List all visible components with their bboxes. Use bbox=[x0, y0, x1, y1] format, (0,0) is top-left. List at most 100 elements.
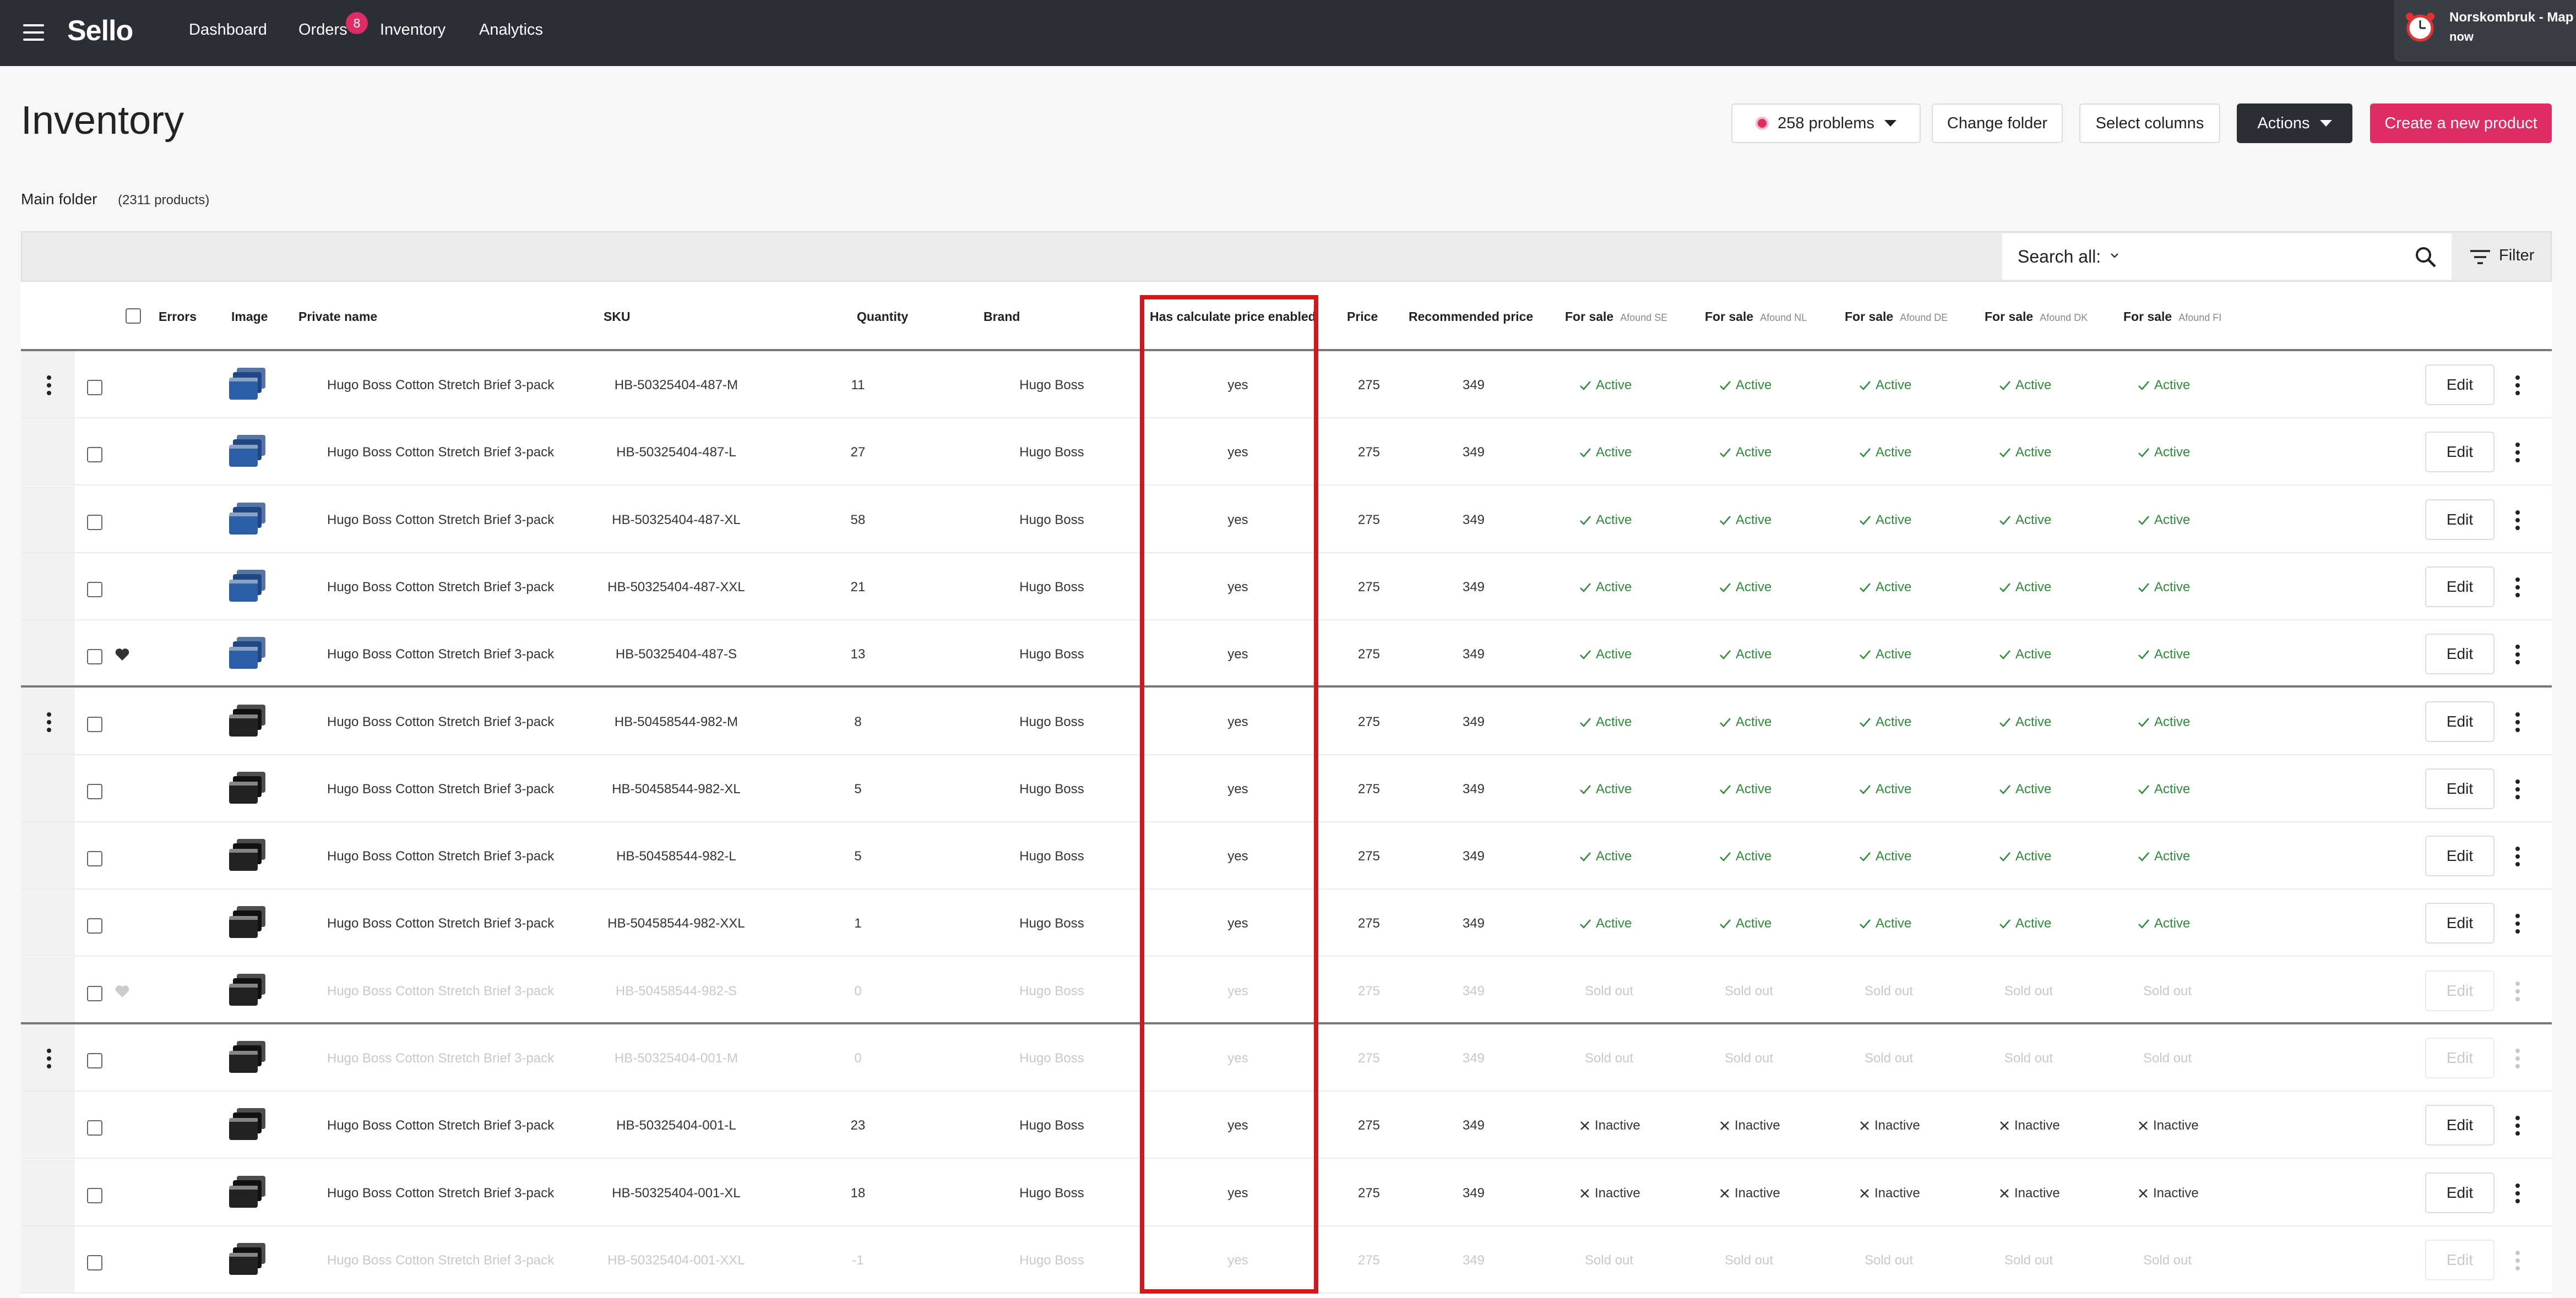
row-checkbox[interactable] bbox=[87, 1053, 102, 1068]
for-sale-status[interactable]: Active bbox=[1719, 916, 1771, 931]
edit-button[interactable]: Edit bbox=[2425, 970, 2495, 1011]
row-checkbox[interactable] bbox=[87, 1188, 102, 1203]
col-for-sale-fi[interactable]: For sale Afound FI bbox=[2123, 309, 2221, 324]
for-sale-status[interactable]: Inactive bbox=[1579, 1186, 1640, 1201]
col-quantity[interactable]: Quantity bbox=[857, 309, 908, 324]
row-more-icon[interactable] bbox=[2515, 914, 2520, 934]
col-errors[interactable]: Errors bbox=[159, 309, 197, 324]
table-row[interactable]: Hugo Boss Cotton Stretch Brief 3-pack HB-… bbox=[21, 1159, 2552, 1226]
heart-icon[interactable] bbox=[115, 647, 130, 662]
table-row[interactable]: Hugo Boss Cotton Stretch Brief 3-pack HB-… bbox=[21, 351, 2552, 418]
for-sale-status[interactable]: Inactive bbox=[1859, 1118, 1920, 1133]
col-for-sale-de[interactable]: For sale Afound DE bbox=[1845, 309, 1948, 324]
table-row[interactable]: Hugo Boss Cotton Stretch Brief 3-pack HB-… bbox=[21, 890, 2552, 957]
table-row[interactable]: Hugo Boss Cotton Stretch Brief 3-pack HB-… bbox=[21, 553, 2552, 620]
row-more-icon[interactable] bbox=[2515, 712, 2520, 732]
for-sale-status[interactable]: Active bbox=[1859, 782, 1911, 797]
for-sale-status[interactable]: Sold out bbox=[2143, 1253, 2192, 1268]
for-sale-status[interactable]: Inactive bbox=[1579, 1118, 1640, 1133]
select-all-checkbox[interactable] bbox=[126, 308, 141, 324]
for-sale-status[interactable]: Active bbox=[1579, 512, 1632, 528]
for-sale-status[interactable]: Sold out bbox=[2004, 984, 2053, 999]
for-sale-status[interactable]: Active bbox=[1859, 916, 1911, 931]
table-row[interactable]: Hugo Boss Cotton Stretch Brief 3-pack HB-… bbox=[21, 418, 2552, 486]
product-thumbnail[interactable] bbox=[228, 501, 268, 538]
product-thumbnail[interactable] bbox=[228, 973, 268, 1009]
for-sale-status[interactable]: Sold out bbox=[1585, 984, 1633, 999]
problems-button[interactable]: 258 problems bbox=[1731, 103, 1921, 143]
for-sale-status[interactable]: Active bbox=[1719, 715, 1771, 730]
for-sale-status[interactable]: Sold out bbox=[2143, 984, 2192, 999]
col-for-sale-nl[interactable]: For sale Afound NL bbox=[1705, 309, 1807, 324]
col-for-sale-dk[interactable]: For sale Afound DK bbox=[1985, 309, 2088, 324]
product-thumbnail[interactable] bbox=[228, 569, 268, 605]
edit-button[interactable]: Edit bbox=[2425, 903, 2495, 943]
for-sale-status[interactable]: Sold out bbox=[2143, 1051, 2192, 1066]
edit-button[interactable]: Edit bbox=[2425, 701, 2495, 742]
for-sale-status[interactable]: Inactive bbox=[2138, 1118, 2199, 1133]
for-sale-status[interactable]: Inactive bbox=[1719, 1186, 1780, 1201]
nav-inventory[interactable]: Inventory bbox=[380, 21, 445, 39]
chevron-down-icon[interactable] bbox=[2109, 250, 2120, 261]
for-sale-status[interactable]: Sold out bbox=[1725, 1051, 1773, 1066]
for-sale-status[interactable]: Active bbox=[1999, 512, 2051, 528]
for-sale-status[interactable]: Active bbox=[1859, 715, 1911, 730]
row-more-icon[interactable] bbox=[2515, 645, 2520, 664]
nav-orders[interactable]: Orders bbox=[298, 21, 347, 39]
row-more-icon[interactable] bbox=[2515, 443, 2520, 462]
for-sale-status[interactable]: Active bbox=[1859, 512, 1911, 528]
product-thumbnail[interactable] bbox=[228, 434, 268, 470]
row-more-icon[interactable] bbox=[2515, 510, 2520, 530]
for-sale-status[interactable]: Active bbox=[1859, 378, 1911, 393]
edit-button[interactable]: Edit bbox=[2425, 836, 2495, 876]
edit-button[interactable]: Edit bbox=[2425, 634, 2495, 674]
for-sale-status[interactable]: Active bbox=[1719, 849, 1771, 864]
product-thumbnail[interactable] bbox=[228, 636, 268, 672]
product-thumbnail[interactable] bbox=[228, 838, 268, 874]
for-sale-status[interactable]: Active bbox=[1999, 445, 2051, 460]
nav-dashboard[interactable]: Dashboard bbox=[189, 21, 267, 39]
row-checkbox[interactable] bbox=[87, 1120, 102, 1136]
for-sale-status[interactable]: Active bbox=[1999, 849, 2051, 864]
row-checkbox[interactable] bbox=[87, 515, 102, 530]
row-checkbox[interactable] bbox=[87, 582, 102, 597]
for-sale-status[interactable]: Active bbox=[1579, 378, 1632, 393]
for-sale-status[interactable]: Active bbox=[2138, 647, 2190, 662]
edit-button[interactable]: Edit bbox=[2425, 432, 2495, 472]
row-checkbox[interactable] bbox=[87, 986, 102, 1001]
for-sale-status[interactable]: Sold out bbox=[1865, 1051, 1913, 1066]
for-sale-status[interactable]: Active bbox=[1579, 647, 1632, 662]
create-product-button[interactable]: Create a new product bbox=[2370, 103, 2552, 143]
for-sale-status[interactable]: Sold out bbox=[2004, 1051, 2053, 1066]
row-more-icon[interactable] bbox=[2515, 779, 2520, 799]
row-checkbox[interactable] bbox=[87, 649, 102, 664]
product-thumbnail[interactable] bbox=[228, 905, 268, 941]
notification-toast[interactable]: Norskombruk - Map now bbox=[2394, 0, 2576, 62]
for-sale-status[interactable]: Active bbox=[2138, 445, 2190, 460]
table-row[interactable]: Hugo Boss Cotton Stretch Brief 3-pack HB-… bbox=[21, 688, 2552, 755]
for-sale-status[interactable]: Active bbox=[1859, 580, 1911, 595]
col-sku[interactable]: SKU bbox=[604, 309, 631, 324]
for-sale-status[interactable]: Sold out bbox=[1725, 1253, 1773, 1268]
col-image[interactable]: Image bbox=[231, 309, 268, 324]
heart-icon[interactable] bbox=[115, 984, 130, 999]
search-icon[interactable] bbox=[2413, 244, 2438, 270]
for-sale-status[interactable]: Active bbox=[1999, 715, 2051, 730]
for-sale-status[interactable]: Active bbox=[1579, 916, 1632, 931]
for-sale-status[interactable]: Active bbox=[1719, 647, 1771, 662]
row-checkbox[interactable] bbox=[87, 1255, 102, 1270]
for-sale-status[interactable]: Active bbox=[1999, 580, 2051, 595]
table-row[interactable]: Hugo Boss Cotton Stretch Brief 3-pack HB-… bbox=[21, 1092, 2552, 1159]
for-sale-status[interactable]: Active bbox=[2138, 715, 2190, 730]
app-logo[interactable]: Sello bbox=[67, 14, 133, 47]
for-sale-status[interactable]: Sold out bbox=[1725, 984, 1773, 999]
col-recommended-price[interactable]: Recommended price bbox=[1409, 309, 1533, 324]
table-row[interactable]: Hugo Boss Cotton Stretch Brief 3-pack HB-… bbox=[21, 1024, 2552, 1092]
for-sale-status[interactable]: Active bbox=[2138, 580, 2190, 595]
table-row[interactable]: Hugo Boss Cotton Stretch Brief 3-pack HB-… bbox=[21, 620, 2552, 688]
for-sale-status[interactable]: Active bbox=[1859, 849, 1911, 864]
for-sale-status[interactable]: Sold out bbox=[2004, 1253, 2053, 1268]
edit-button[interactable]: Edit bbox=[2425, 364, 2495, 405]
edit-button[interactable]: Edit bbox=[2425, 566, 2495, 607]
col-for-sale-se[interactable]: For sale Afound SE bbox=[1565, 309, 1667, 324]
